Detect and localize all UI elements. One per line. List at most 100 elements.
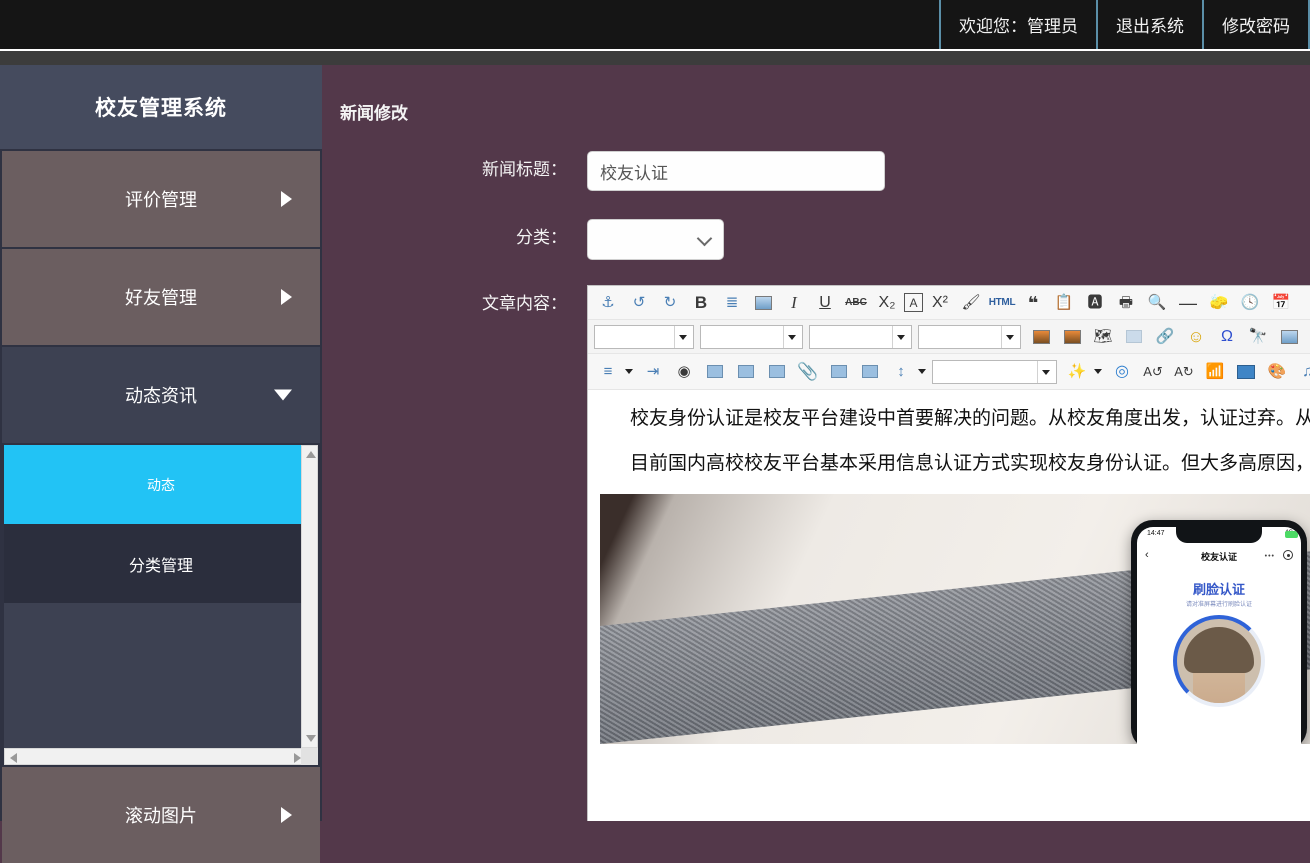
header-divider-strip bbox=[0, 51, 1310, 65]
phone-heading: 刷脸认证 bbox=[1137, 579, 1301, 598]
strikethrough-icon[interactable]: ABC bbox=[842, 290, 870, 316]
sidebar-item-label: 评价管理 bbox=[125, 186, 197, 212]
scroll-up-icon[interactable] bbox=[306, 451, 316, 458]
chevron-right-icon bbox=[281, 191, 292, 207]
phone-face-scan-ring bbox=[1173, 615, 1265, 707]
undo-icon[interactable]: ↺ bbox=[625, 290, 653, 316]
line-height-icon[interactable]: ↕ bbox=[887, 359, 915, 385]
editor-toolbar-row-2: 🗺 🔗 ☺ Ω 🔭 bbox=[588, 320, 1310, 354]
sidebar-item-label: 动态资讯 bbox=[125, 382, 197, 408]
article-paragraph: 校友身份认证是校友平台建设中首要解决的问题。从校友角度出发，认证过弃。从学校角度… bbox=[588, 404, 1310, 433]
text-frame-icon[interactable]: A bbox=[904, 293, 923, 312]
scroll-right-icon[interactable] bbox=[294, 753, 301, 763]
insert-image-icon[interactable] bbox=[1058, 324, 1086, 350]
image-icon[interactable] bbox=[1027, 324, 1055, 350]
search-replace-icon[interactable]: 🔭 bbox=[1244, 324, 1272, 350]
gallery-icon[interactable] bbox=[1275, 324, 1303, 350]
phone-target-icon bbox=[1283, 550, 1293, 560]
phone-mockup: 14:47 4G ‹ 校友认证 ••• 刷脸认证 请对准屏幕进行刷脸认证 bbox=[1131, 520, 1307, 744]
print-icon[interactable]: 🖶 bbox=[1112, 290, 1140, 316]
media-icon[interactable]: ◎ bbox=[1108, 359, 1136, 385]
magic-wand-caret-icon[interactable] bbox=[1094, 369, 1102, 374]
remove-format-icon[interactable]: 🖌 bbox=[957, 290, 985, 316]
editor-content-area[interactable]: 校友身份认证是校友平台建设中首要解决的问题。从校友角度出发，认证过弃。从学校角度… bbox=[588, 390, 1310, 794]
emoticon-icon[interactable]: ☺ bbox=[1182, 324, 1210, 350]
align-right-wrap-icon[interactable] bbox=[732, 359, 760, 385]
sidebar-subitem-category[interactable]: 分类管理 bbox=[4, 524, 318, 603]
anchor-icon[interactable]: ⚓ bbox=[594, 290, 622, 316]
sidebar-item-evaluation[interactable]: 评价管理 bbox=[2, 151, 320, 247]
align-dropdown-caret-icon[interactable] bbox=[625, 369, 633, 374]
background-icon[interactable] bbox=[1120, 324, 1148, 350]
horizontal-rule-icon[interactable]: — bbox=[1174, 290, 1202, 316]
wifi-share-icon[interactable]: 📶 bbox=[1201, 359, 1229, 385]
rich-text-editor[interactable]: ⚓ ↺ ↻ B ≣ I U ABC X₂ A X² 🖌 HTML ❝ 📋 🅰 🖶… bbox=[587, 285, 1310, 821]
music-icon[interactable]: ♫ bbox=[1294, 359, 1310, 385]
category-label: 分类： bbox=[417, 219, 567, 248]
superscript-icon[interactable]: X² bbox=[926, 290, 954, 316]
font-size-select[interactable] bbox=[918, 325, 1021, 349]
attachment-icon[interactable]: 📎 bbox=[794, 359, 822, 385]
news-title-input[interactable] bbox=[587, 151, 885, 191]
paste-word-icon[interactable]: 🅰 bbox=[1081, 290, 1109, 316]
preview-icon[interactable]: 🔍 bbox=[1143, 290, 1171, 316]
app-brand-title: 校友管理系统 bbox=[0, 65, 322, 149]
sidebar-menu: 评价管理 好友管理 动态资讯 动态 分类管理 bbox=[0, 151, 322, 863]
sidebar-subitem-dynamic[interactable]: 动态 bbox=[4, 445, 318, 524]
sidebar-item-friends[interactable]: 好友管理 bbox=[2, 249, 320, 345]
logout-button[interactable]: 退出系统 bbox=[1096, 0, 1202, 49]
indent-icon[interactable]: ⇥ bbox=[639, 359, 667, 385]
blockquote-icon[interactable]: ❝ bbox=[1019, 290, 1047, 316]
align-center-wrap-icon[interactable] bbox=[763, 359, 791, 385]
link-icon[interactable]: 🔗 bbox=[1151, 324, 1179, 350]
template-icon[interactable] bbox=[749, 290, 777, 316]
sidebar-item-label: 滚动图片 bbox=[125, 802, 197, 828]
decrease-font-icon[interactable]: A↺ bbox=[1139, 359, 1167, 385]
date-icon[interactable]: 📅 bbox=[1267, 290, 1295, 316]
align-left-wrap-icon[interactable] bbox=[701, 359, 729, 385]
editor-toolbar-row-3: ≡ ⇥ ◉ 📎 ↕ ✨ ◎ A↺ A↻ 📶 🎨 bbox=[588, 354, 1310, 390]
font-select[interactable] bbox=[809, 325, 912, 349]
time-icon[interactable]: 🕓 bbox=[1236, 290, 1264, 316]
submenu-horizontal-scrollbar[interactable] bbox=[4, 748, 307, 765]
sidebar-submenu-panel: 动态 分类管理 bbox=[4, 445, 318, 765]
phone-nav-title: 校友认证 bbox=[1137, 550, 1301, 563]
italic-icon[interactable]: I bbox=[780, 290, 808, 316]
paste-text-icon[interactable]: 📋 bbox=[1050, 290, 1078, 316]
subscript-icon[interactable]: X₂ bbox=[873, 290, 901, 316]
change-password-button[interactable]: 修改密码 bbox=[1202, 0, 1310, 49]
paragraph-select[interactable] bbox=[932, 360, 1057, 384]
scroll-left-icon[interactable] bbox=[10, 753, 17, 763]
sidebar-subitem-label: 分类管理 bbox=[129, 552, 193, 576]
increase-font-icon[interactable]: A↻ bbox=[1170, 359, 1198, 385]
justify-icon[interactable]: ≣ bbox=[718, 290, 746, 316]
align-icon[interactable]: ≡ bbox=[594, 359, 622, 385]
category-select[interactable] bbox=[587, 219, 724, 260]
magic-wand-icon[interactable]: ✨ bbox=[1063, 359, 1091, 385]
submenu-vertical-scrollbar[interactable] bbox=[301, 445, 318, 748]
phone-screen: 14:47 4G ‹ 校友认证 ••• 刷脸认证 请对准屏幕进行刷脸认证 bbox=[1137, 527, 1301, 744]
bold-icon[interactable]: B bbox=[687, 290, 715, 316]
palette-icon[interactable]: 🎨 bbox=[1263, 359, 1291, 385]
phone-subheading: 请对准屏幕进行刷脸认证 bbox=[1137, 599, 1301, 608]
line-height-caret-icon[interactable] bbox=[918, 369, 926, 374]
source-html-icon[interactable]: HTML bbox=[988, 290, 1016, 316]
news-title-label: 新闻标题： bbox=[417, 151, 567, 180]
flash-icon[interactable]: ◉ bbox=[670, 359, 698, 385]
scroll-down-icon[interactable] bbox=[306, 735, 316, 742]
special-char-icon[interactable]: Ω bbox=[1213, 324, 1241, 350]
page-break-icon[interactable] bbox=[825, 359, 853, 385]
underline-icon[interactable]: U bbox=[811, 290, 839, 316]
sidebar-item-carousel[interactable]: 滚动图片 bbox=[2, 767, 320, 863]
format-select[interactable] bbox=[700, 325, 803, 349]
chevron-down-icon bbox=[274, 390, 292, 401]
phone-notch bbox=[1176, 527, 1262, 543]
image-map-icon[interactable]: 🗺 bbox=[1089, 324, 1117, 350]
sidebar-item-news[interactable]: 动态资讯 bbox=[2, 347, 320, 443]
word-import-icon[interactable] bbox=[856, 359, 884, 385]
style-select[interactable] bbox=[594, 325, 694, 349]
redo-icon[interactable]: ↻ bbox=[656, 290, 684, 316]
eraser-icon[interactable]: 🧽 bbox=[1205, 290, 1233, 316]
layout-icon[interactable] bbox=[1232, 359, 1260, 385]
category-row: 分类： bbox=[417, 219, 724, 260]
